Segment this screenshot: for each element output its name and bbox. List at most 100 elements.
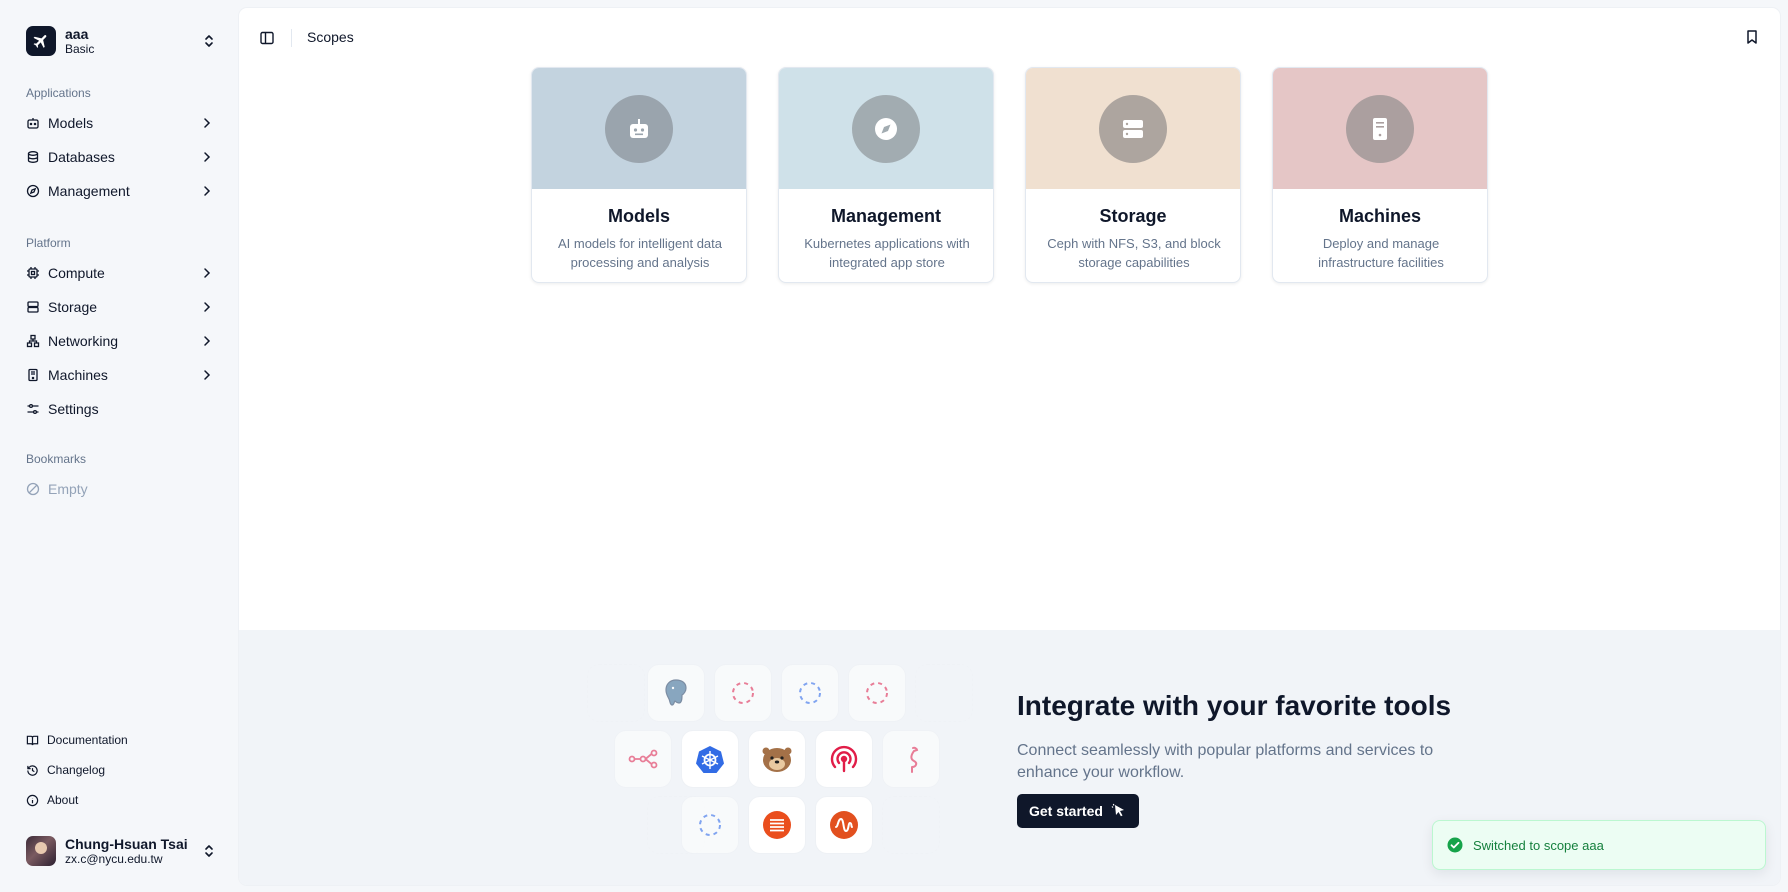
sidebar-item-label: Machines [48, 367, 108, 383]
card-description: Ceph with NFS, S3, and block storage cap… [1047, 236, 1221, 270]
integration-tile [848, 664, 906, 722]
footer-link-label: Changelog [47, 763, 106, 777]
card-management[interactable]: Management Kubernetes applications with … [778, 67, 994, 283]
card-header [1026, 68, 1240, 189]
sidebar-item-label: Storage [48, 299, 98, 315]
footer-link-label: Documentation [47, 733, 128, 747]
stacked-lines-icon [763, 811, 791, 839]
integration-tile [815, 730, 873, 788]
signal-wave-icon [830, 811, 858, 839]
card-title: Management [830, 206, 942, 226]
sidebar: aaa Basic Applications Models Databases … [0, 0, 238, 892]
toast-message: Switched to scope aaa [1473, 837, 1604, 853]
chevron-right-icon [204, 118, 211, 128]
avatar [26, 836, 56, 866]
card-header [779, 68, 993, 189]
info-icon [26, 794, 39, 806]
card-header [532, 68, 746, 189]
sidebar-item-label: Compute [48, 265, 105, 281]
integration-tile [815, 796, 873, 854]
server-icon [27, 301, 39, 313]
integration-tile [748, 730, 806, 788]
otter-icon [762, 747, 792, 772]
card-title: Machines [1338, 206, 1422, 226]
ban-icon [26, 482, 40, 496]
card-machines[interactable]: Machines Deploy and manage infrastructur… [1272, 67, 1488, 283]
kubernetes-icon [696, 746, 724, 773]
card-header [1273, 68, 1487, 189]
sidebar-item-models[interactable]: Models [26, 110, 216, 136]
machine-icon [28, 368, 38, 382]
org-switcher[interactable]: aaa Basic [26, 24, 216, 58]
sidebar-item-databases[interactable]: Databases [26, 144, 216, 170]
topbar: Scopes [239, 8, 1780, 58]
book-icon [26, 735, 39, 745]
check-circle-icon [1447, 837, 1463, 853]
org-logo [26, 26, 56, 56]
postgresql-icon [665, 679, 687, 706]
sidebar-item-settings[interactable]: Settings [26, 396, 216, 422]
placeholder-loading-icon [699, 814, 721, 836]
card-description: Kubernetes applications with integrated … [804, 236, 970, 270]
sliders-icon [27, 403, 39, 415]
breadcrumb: Scopes [307, 29, 354, 45]
sidebar-item-management[interactable]: Management [26, 178, 216, 204]
integration-tile [882, 730, 940, 788]
history-icon [27, 764, 38, 776]
bot-icon [630, 118, 648, 138]
chevron-right-icon [204, 336, 211, 346]
integrations-title: Integrate with your favorite tools [1017, 690, 1452, 721]
plane-icon [33, 35, 47, 48]
card-description: AI models for intelligent data processin… [557, 236, 723, 270]
chevrons-up-down-icon [205, 35, 213, 47]
sidebar-toggle-icon[interactable] [259, 30, 275, 46]
compass-icon [875, 117, 897, 140]
sidebar-item-networking[interactable]: Networking [26, 328, 216, 354]
about-link[interactable]: About [26, 790, 216, 810]
sidebar-item-label: Networking [48, 333, 119, 349]
integration-tile [614, 730, 672, 788]
org-name: aaa [65, 25, 89, 42]
main-panel: Scopes Models AI models for intelligent … [239, 8, 1780, 885]
server-icon [1123, 119, 1143, 138]
compass-icon [26, 184, 40, 198]
chevron-right-icon [204, 370, 211, 380]
sidebar-item-compute[interactable]: Compute [26, 260, 216, 286]
integration-tile [681, 796, 739, 854]
card-title: Storage [1099, 206, 1167, 226]
chevron-right-icon [204, 152, 211, 162]
chevrons-up-down-icon [205, 845, 213, 857]
scope-cards: Models AI models for intelligent data pr… [531, 67, 1491, 285]
bookmark-icon[interactable] [1744, 29, 1760, 45]
bookmarks-empty-label: Empty [48, 481, 88, 497]
get-started-label: Get started [1029, 803, 1103, 819]
toast-notification: Switched to scope aaa [1432, 820, 1766, 870]
machine-icon [1373, 117, 1387, 140]
sidebar-item-label: Databases [48, 149, 115, 165]
placeholder-loading-icon [732, 682, 754, 704]
user-menu[interactable]: Chung-Hsuan Tsai zx.c@nycu.edu.tw [26, 834, 216, 868]
user-email: zx.c@nycu.edu.tw [65, 851, 163, 866]
integration-tile [647, 664, 705, 722]
footer-link-label: About [47, 793, 79, 807]
get-started-button[interactable]: Get started [1017, 794, 1139, 828]
card-icon-circle [852, 94, 920, 163]
sidebar-item-machines[interactable]: Machines [26, 362, 216, 388]
card-icon-circle [1346, 94, 1414, 163]
card-title: Models [607, 206, 670, 226]
changelog-link[interactable]: Changelog [26, 760, 216, 780]
chevron-right-icon [204, 302, 211, 312]
integration-tile [748, 796, 806, 854]
card-models[interactable]: Models AI models for intelligent data pr… [531, 67, 747, 283]
cpu-icon [27, 267, 39, 279]
integration-tile [714, 664, 772, 722]
bot-icon [27, 118, 39, 129]
card-icon-circle [1099, 94, 1167, 163]
documentation-link[interactable]: Documentation [26, 730, 216, 750]
sidebar-item-storage[interactable]: Storage [26, 294, 216, 320]
applications-label: Applications [26, 86, 91, 100]
integrations-description: Connect seamlessly with popular platform… [1017, 742, 1434, 781]
database-icon [27, 151, 39, 163]
pointer-cursor-icon [1111, 803, 1124, 817]
card-storage[interactable]: Storage Ceph with NFS, S3, and block sto… [1025, 67, 1241, 283]
